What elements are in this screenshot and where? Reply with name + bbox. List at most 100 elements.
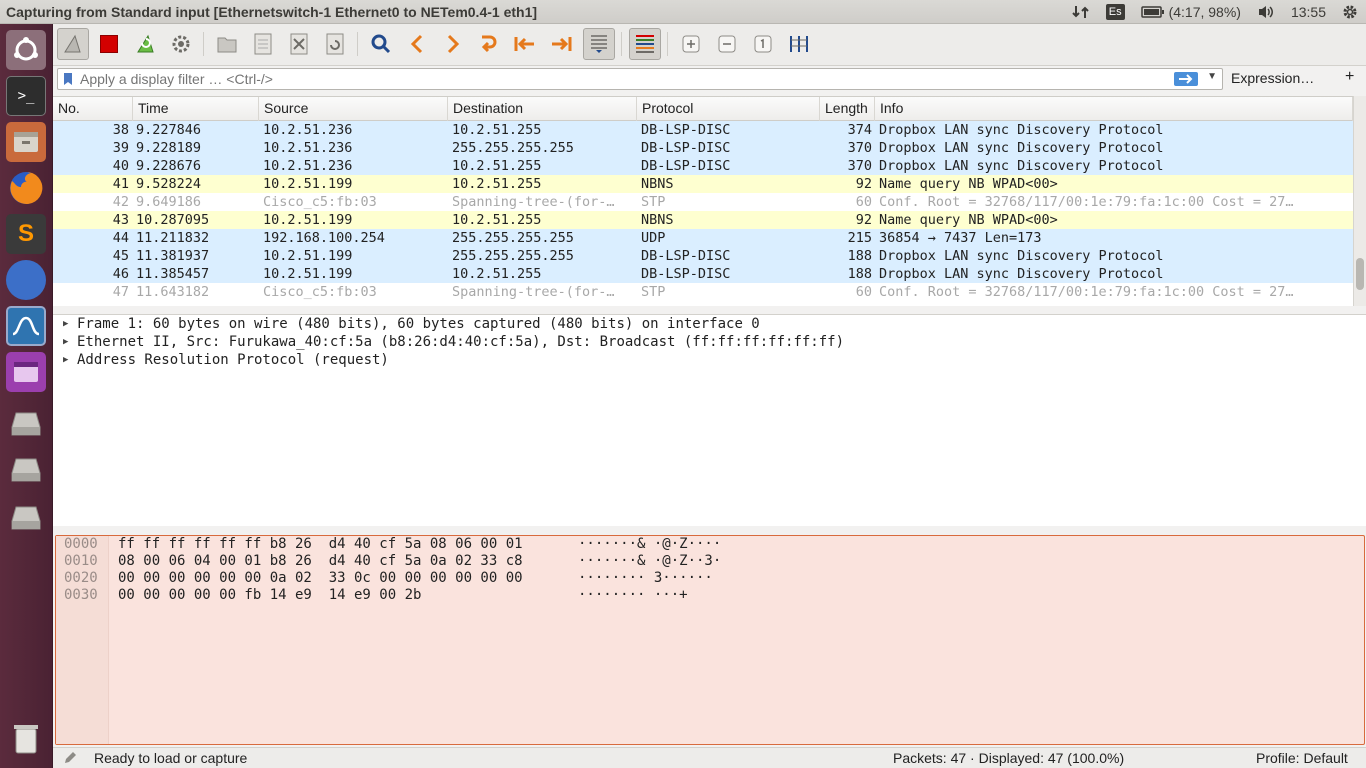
packet-cell-no: 46 xyxy=(112,266,129,282)
packet-cell-proto: NBNS xyxy=(641,212,674,228)
network-icon[interactable] xyxy=(1064,4,1098,20)
packet-row[interactable]: 43 10.287095 10.2.51.199 10.2.51.255 NBNS 92 N… xyxy=(53,211,1353,229)
byte-off[interactable]: 0020 xyxy=(64,570,98,587)
packet-row[interactable]: 42 9.649186 Cisco_c5:fb:03 Spanning-tree-(f… xyxy=(53,193,1353,211)
byte-hex[interactable]: 00 00 00 00 00 fb 14 e9 14 e9 00 2b xyxy=(118,587,421,604)
normal-size-icon[interactable] xyxy=(747,28,779,60)
start-capture-button[interactable] xyxy=(57,28,89,60)
open-file-button[interactable] xyxy=(211,28,243,60)
wireshark-icon[interactable] xyxy=(6,306,46,346)
expression-button[interactable]: Expression… xyxy=(1231,70,1314,86)
packet-cell-len: 374 xyxy=(847,122,872,138)
resize-columns-icon[interactable] xyxy=(783,28,815,60)
detail-row-arp[interactable]: ▶ Address Resolution Protocol (request) xyxy=(53,351,1366,369)
packet-cell-proto: DB-LSP-DISC xyxy=(641,158,731,174)
column-header-time[interactable]: Time xyxy=(133,97,259,121)
packet-cell-no: 40 xyxy=(112,158,129,174)
battery-indicator[interactable]: (4:17, 98%) xyxy=(1133,4,1249,20)
filter-history-chevron-down-icon[interactable]: ▼ xyxy=(1207,71,1217,82)
go-to-packet-icon[interactable] xyxy=(473,28,505,60)
packet-cell-dst: 10.2.51.255 xyxy=(452,176,542,192)
packet-row[interactable]: 46 11.385457 10.2.51.199 10.2.51.255 DB-LSP-… xyxy=(53,265,1353,283)
auto-scroll-button[interactable] xyxy=(583,28,615,60)
packet-cell-len: 60 xyxy=(855,194,872,210)
column-header-length[interactable]: Length xyxy=(820,97,875,121)
add-filter-button[interactable]: + xyxy=(1345,68,1354,86)
restart-capture-button[interactable] xyxy=(129,28,161,60)
zoom-out-icon[interactable] xyxy=(711,28,743,60)
byte-ascii[interactable]: ·······& ·@·Z··3· xyxy=(578,553,721,570)
close-file-button[interactable] xyxy=(283,28,315,60)
packet-row[interactable]: 47 11.643182 Cisco_c5:fb:03 Spanning-tree-(… xyxy=(53,283,1353,301)
packet-cell-src: Cisco_c5:fb:03 xyxy=(263,284,377,300)
firefox-icon[interactable] xyxy=(6,168,46,208)
capture-options-button[interactable] xyxy=(165,28,197,60)
byte-off[interactable]: 0010 xyxy=(64,553,98,570)
stop-capture-button[interactable] xyxy=(93,28,125,60)
column-header-destination[interactable]: Destination xyxy=(448,97,637,121)
sublime-text-icon[interactable]: S xyxy=(6,214,46,254)
volume-icon[interactable] xyxy=(1249,4,1283,20)
colorize-button[interactable] xyxy=(629,28,661,60)
packet-row[interactable]: 40 9.228676 10.2.51.236 10.2.51.255 DB-LSP-D… xyxy=(53,157,1353,175)
last-packet-icon[interactable] xyxy=(545,28,577,60)
detail-row-frame[interactable]: ▶ Frame 1: 60 bytes on wire (480 bits), … xyxy=(53,315,1366,333)
status-profile[interactable]: Profile: Default xyxy=(1256,750,1348,766)
go-forward-icon[interactable] xyxy=(437,28,469,60)
byte-ascii[interactable]: ········ 3······ xyxy=(578,570,713,587)
zoom-in-icon[interactable] xyxy=(675,28,707,60)
bookmark-icon[interactable] xyxy=(63,72,73,86)
packet-row[interactable]: 39 9.228189 10.2.51.236 255.255.255.255 DB-L… xyxy=(53,139,1353,157)
byte-hex[interactable]: 00 00 00 00 00 00 0a 02 33 0c 00 00 00 0… xyxy=(118,570,523,587)
pane-splitter[interactable] xyxy=(53,306,1366,314)
trash-icon[interactable] xyxy=(6,718,46,758)
column-header-info[interactable]: Info xyxy=(875,97,1353,121)
save-file-button[interactable] xyxy=(247,28,279,60)
clock[interactable]: 13:55 xyxy=(1283,4,1334,20)
edit-icon[interactable] xyxy=(63,751,77,765)
packet-cell-no: 44 xyxy=(112,230,129,246)
purple-app-icon[interactable] xyxy=(6,352,46,392)
column-header-source[interactable]: Source xyxy=(259,97,448,121)
packet-cell-len: 370 xyxy=(847,140,872,156)
expand-arrow-icon[interactable]: ▶ xyxy=(63,351,68,369)
packet-row[interactable]: 45 11.381937 10.2.51.199 255.255.255.255 DB-… xyxy=(53,247,1353,265)
byte-hex[interactable]: ff ff ff ff ff ff b8 26 d4 40 cf 5a 08 0… xyxy=(118,536,523,553)
packet-row[interactable]: 41 9.528224 10.2.51.199 10.2.51.255 NBNS 92 Na… xyxy=(53,175,1353,193)
packet-cell-info: Dropbox LAN sync Discovery Protocol xyxy=(879,122,1164,138)
terminal-icon[interactable]: >_ xyxy=(6,76,46,116)
column-header-protocol[interactable]: Protocol xyxy=(637,97,820,121)
display-filter-input[interactable] xyxy=(80,70,1170,88)
apply-filter-icon[interactable] xyxy=(1174,72,1198,86)
byte-hex[interactable]: 08 00 06 04 00 01 b8 26 d4 40 cf 5a 0a 0… xyxy=(118,553,523,570)
go-back-icon[interactable] xyxy=(401,28,433,60)
packet-cell-len: 370 xyxy=(847,158,872,174)
file-manager-icon[interactable] xyxy=(6,122,46,162)
gear-icon[interactable] xyxy=(1334,4,1366,20)
expand-arrow-icon[interactable]: ▶ xyxy=(63,333,68,351)
packet-row[interactable]: 44 11.211832 192.168.100.254 255.255.255.25… xyxy=(53,229,1353,247)
packet-cell-info: Dropbox LAN sync Discovery Protocol xyxy=(879,266,1164,282)
disk-drive-icon[interactable] xyxy=(6,404,46,444)
packet-cell-src: Cisco_c5:fb:03 xyxy=(263,194,377,210)
packet-cell-dst: 10.2.51.255 xyxy=(452,266,542,282)
byte-ascii[interactable]: ········ ···+ xyxy=(578,587,688,604)
expand-arrow-icon[interactable]: ▶ xyxy=(63,315,68,333)
blue-app-icon[interactable] xyxy=(6,260,46,300)
first-packet-icon[interactable] xyxy=(509,28,541,60)
disk-drive-icon[interactable] xyxy=(6,450,46,490)
disk-drive-icon[interactable] xyxy=(6,498,46,538)
byte-ascii[interactable]: ·······& ·@·Z···· xyxy=(578,536,721,553)
packet-list-scrollbar[interactable] xyxy=(1353,96,1366,306)
packet-row[interactable]: 38 9.227846 10.2.51.236 10.2.51.255 DB-LSP-D… xyxy=(53,121,1353,139)
keyboard-layout-indicator[interactable]: Es xyxy=(1098,4,1133,20)
reload-file-button[interactable] xyxy=(319,28,351,60)
pane-splitter[interactable] xyxy=(53,526,1366,535)
byte-off[interactable]: 0000 xyxy=(64,536,98,553)
detail-row-ethernet[interactable]: ▶ Ethernet II, Src: Furukawa_40:cf:5a (b… xyxy=(53,333,1366,351)
find-packet-icon[interactable] xyxy=(365,28,397,60)
byte-off[interactable]: 0030 xyxy=(64,587,98,604)
ubuntu-logo-icon[interactable] xyxy=(6,30,46,70)
column-header-no[interactable]: No. xyxy=(53,97,133,121)
scrollbar-thumb[interactable] xyxy=(1356,258,1364,290)
